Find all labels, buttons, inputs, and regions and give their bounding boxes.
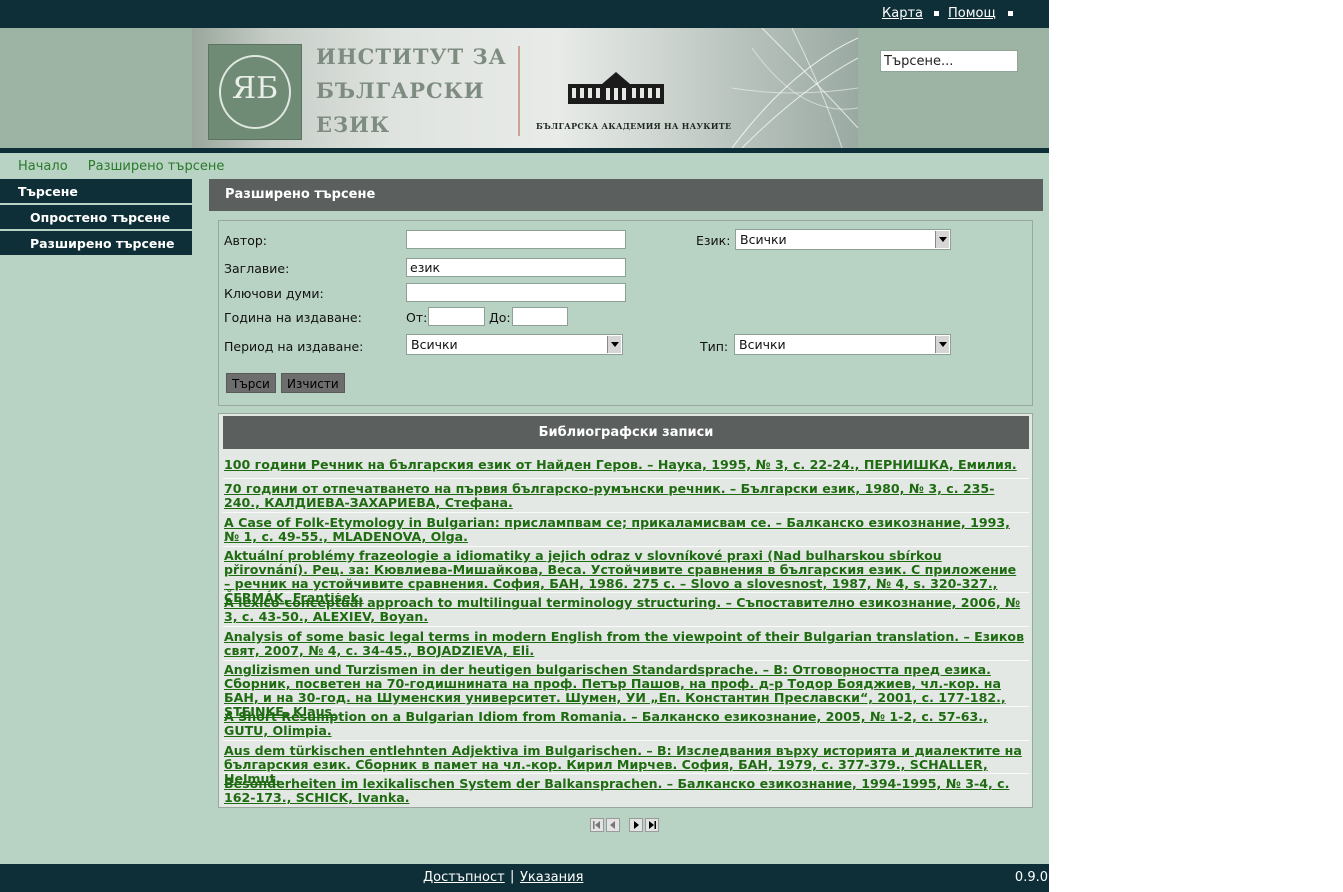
- period-label: Период на издаване:: [224, 339, 364, 354]
- academy-name: БЪЛГАРСКА АКАДЕМИЯ НА НАУКИТЕ: [536, 121, 732, 131]
- academy-building-icon: [568, 72, 664, 104]
- title-label: Заглавие:: [224, 261, 290, 276]
- site-search-input[interactable]: [880, 50, 1018, 72]
- year-from-label: От:: [406, 310, 428, 325]
- bullet-icon: [934, 11, 939, 16]
- author-input[interactable]: [406, 230, 626, 249]
- record-link[interactable]: 100 години Речник на българския език от …: [224, 458, 1026, 472]
- decorative-streaks: [732, 28, 858, 148]
- footer: Достъпност | Указания 0.9.0: [0, 864, 1049, 892]
- record-link[interactable]: A Short Resumption on a Bulgarian Idiom …: [224, 710, 1026, 738]
- help-link[interactable]: Помощ: [948, 6, 996, 21]
- breadcrumb: Начало Разширено търсене: [18, 159, 240, 174]
- breadcrumb-home[interactable]: Начало: [18, 159, 68, 174]
- results-title: Библиографски записи: [223, 416, 1029, 449]
- institute-logo: ЯБ: [208, 44, 302, 140]
- search-button[interactable]: Търси: [226, 373, 276, 393]
- chevron-down-icon: [607, 336, 621, 353]
- divider: [518, 46, 520, 136]
- top-bar: Карта Помощ: [0, 0, 1049, 28]
- institute-name-line: ИНСТИТУТ ЗА: [316, 44, 507, 69]
- version-label: 0.9.0: [1014, 870, 1048, 885]
- search-form: Автор: Език: Всички Заглавие: Ключови ду…: [218, 220, 1033, 406]
- page: Карта Помощ ЯБ ИНСТИТУТ ЗА БЪЛГАРСКИ ЕЗИ…: [0, 0, 1049, 892]
- year-to-label: До:: [489, 310, 511, 325]
- year-to-input[interactable]: [512, 307, 568, 326]
- year-label: Година на издаване:: [224, 310, 362, 325]
- bullet-icon: [1008, 11, 1013, 16]
- last-page-icon[interactable]: [645, 818, 659, 832]
- map-link[interactable]: Карта: [882, 6, 923, 21]
- period-select[interactable]: Всички: [406, 334, 623, 355]
- footer-separator: |: [510, 869, 515, 884]
- institute-banner: ЯБ ИНСТИТУТ ЗА БЪЛГАРСКИ ЕЗИК БЪЛГАРСКА …: [192, 28, 858, 148]
- chevron-down-icon: [935, 336, 949, 353]
- record-link[interactable]: A Case of Folk-Etymology in Bulgarian: п…: [224, 516, 1026, 544]
- author-label: Автор:: [224, 233, 267, 248]
- language-label: Език:: [696, 233, 731, 248]
- sidebar-item-advanced-search[interactable]: Разширено търсене: [0, 231, 192, 255]
- record-link[interactable]: Analysis of some basic legal terms in mo…: [224, 630, 1026, 658]
- keywords-label: Ключови думи:: [224, 286, 324, 301]
- sidebar-item-search[interactable]: Търсене: [0, 179, 192, 203]
- institute-name-line: ЕЗИК: [316, 112, 391, 137]
- record-link[interactable]: Besonderheiten im lexikalischen System d…: [224, 777, 1026, 805]
- language-select[interactable]: Всички: [735, 229, 951, 250]
- first-page-icon[interactable]: [590, 818, 604, 832]
- instructions-link[interactable]: Указания: [520, 870, 583, 885]
- breadcrumb-current[interactable]: Разширено търсене: [88, 159, 225, 174]
- chevron-down-icon: [935, 231, 949, 248]
- year-from-input[interactable]: [428, 307, 485, 326]
- record-link[interactable]: 70 години от отпечатването на първия бъл…: [224, 482, 1026, 510]
- results-panel: Библиографски записи 100 години Речник н…: [218, 413, 1033, 808]
- accessibility-link[interactable]: Достъпност: [423, 870, 505, 885]
- section-title: Разширено търсене: [209, 179, 1043, 211]
- prev-page-icon[interactable]: [606, 818, 620, 832]
- title-input[interactable]: [406, 258, 626, 277]
- record-link[interactable]: A lexico-conceptual approach to multilin…: [224, 596, 1026, 624]
- institute-name-line: БЪЛГАРСКИ: [316, 78, 485, 103]
- clear-button[interactable]: Изчисти: [281, 373, 345, 393]
- keywords-input[interactable]: [406, 283, 626, 302]
- header-divider: [0, 148, 1049, 153]
- sidebar-item-simple-search[interactable]: Опростено търсене: [0, 205, 192, 229]
- type-select[interactable]: Всички: [734, 334, 951, 355]
- next-page-icon[interactable]: [629, 818, 643, 832]
- type-label: Тип:: [700, 339, 729, 354]
